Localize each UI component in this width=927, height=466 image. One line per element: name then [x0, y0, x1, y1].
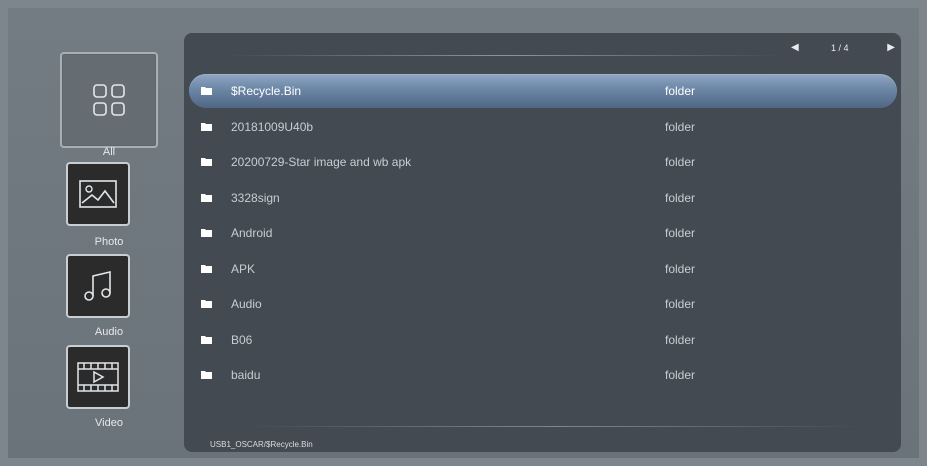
grid-icon — [93, 84, 125, 116]
media-browser-screen: All Photo Audio Video ◀ 1 / 4 ▶ $Recycle… — [8, 8, 919, 458]
top-divider — [224, 55, 784, 56]
category-all-label: All — [102, 146, 116, 158]
file-type: folder — [665, 297, 696, 311]
file-type: folder — [665, 120, 696, 134]
file-row[interactable]: Audio folder — [189, 287, 897, 321]
film-icon — [77, 362, 119, 392]
file-name: APK — [231, 262, 256, 276]
file-row[interactable]: 20181009U40b folder — [189, 110, 897, 144]
folder-icon — [201, 371, 212, 379]
file-type: folder — [665, 191, 696, 205]
file-name: B06 — [231, 333, 253, 347]
file-type: folder — [665, 368, 696, 382]
file-type: folder — [665, 84, 696, 98]
file-name: 3328sign — [231, 191, 280, 205]
folder-icon — [201, 300, 212, 308]
category-audio-label: Audio — [94, 326, 124, 338]
bottom-divider — [244, 426, 864, 427]
category-video-label: Video — [95, 417, 123, 429]
folder-icon — [201, 229, 212, 237]
category-photo-label: Photo — [94, 236, 124, 248]
next-page-button[interactable]: ▶ — [887, 42, 895, 53]
prev-page-button[interactable]: ◀ — [791, 42, 799, 53]
file-name: 20200729-Star image and wb apk — [231, 155, 412, 169]
pager: ◀ 1 / 4 ▶ — [791, 41, 901, 57]
folder-icon — [201, 265, 212, 273]
file-name: Android — [231, 226, 273, 240]
category-video-button[interactable] — [66, 345, 130, 409]
file-row[interactable]: Android folder — [189, 216, 897, 250]
file-name: Audio — [231, 297, 262, 311]
folder-icon — [201, 87, 212, 95]
category-audio-button[interactable] — [66, 254, 130, 318]
photo-icon — [79, 180, 117, 208]
file-row[interactable]: 20200729-Star image and wb apk folder — [189, 145, 897, 179]
file-row[interactable]: APK folder — [189, 252, 897, 286]
current-path: USB1_OSCAR/$Recycle.Bin — [210, 440, 313, 449]
file-row[interactable]: $Recycle.Bin folder — [189, 74, 897, 108]
category-all-button[interactable] — [60, 52, 158, 148]
page-indicator: 1 / 4 — [831, 43, 849, 53]
file-row[interactable]: B06 folder — [189, 323, 897, 357]
file-name: baidu — [231, 368, 261, 382]
file-row[interactable]: baidu folder — [189, 358, 897, 392]
file-type: folder — [665, 262, 696, 276]
file-name: $Recycle.Bin — [231, 84, 302, 98]
folder-icon — [201, 158, 212, 166]
file-type: folder — [665, 333, 696, 347]
file-type: folder — [665, 226, 696, 240]
folder-icon — [201, 194, 212, 202]
file-list-panel: ◀ 1 / 4 ▶ $Recycle.Bin folder 20181009U4… — [184, 33, 901, 452]
category-photo-button[interactable] — [66, 162, 130, 226]
file-type: folder — [665, 155, 696, 169]
folder-icon — [201, 336, 212, 344]
file-row[interactable]: 3328sign folder — [189, 181, 897, 215]
music-note-icon — [84, 270, 111, 301]
file-name: 20181009U40b — [231, 120, 314, 134]
folder-icon — [201, 123, 212, 131]
